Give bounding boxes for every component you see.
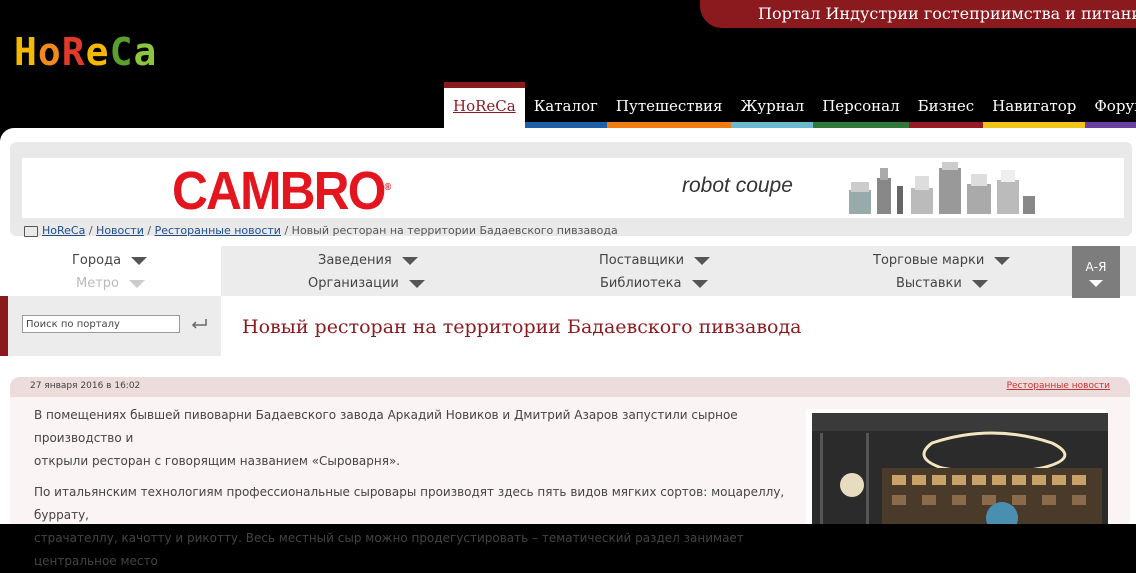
chevron-down-icon: [971, 279, 988, 288]
nav-item-label: Журнал: [740, 97, 805, 115]
logo-letter: o: [37, 30, 62, 74]
article-date: 27 января 2016 в 16:02: [30, 381, 141, 391]
restaurant-interior-image: [812, 413, 1108, 524]
nav-item-1[interactable]: Каталог: [524, 84, 607, 130]
nav-item-label: HoReCa: [453, 97, 516, 115]
article-photo[interactable]: [806, 409, 1108, 524]
nav-item-label: Каталог: [533, 97, 598, 115]
filter-venues[interactable]: Заведения: [318, 253, 418, 268]
search-panel: [0, 296, 221, 356]
article-paragraph-2: По итальянским технологиям профессиональ…: [34, 485, 785, 568]
chevron-down-icon: [129, 279, 145, 288]
filter-library[interactable]: Библиотека: [600, 276, 708, 291]
chevron-down-icon: [131, 256, 148, 265]
logo-letter: H: [14, 30, 38, 74]
breadcrumb-link-restaurant-news[interactable]: Ресторанные новости: [155, 224, 281, 237]
accent-bar: [0, 296, 8, 356]
article-body: В помещениях бывшей пивоварни Бадаевског…: [10, 397, 1130, 568]
kitchen-machines-image: [849, 162, 1035, 214]
article-category-link[interactable]: Ресторанные новости: [1007, 381, 1110, 391]
breadcrumb: HoReCa / Новости / Ресторанные новости /…: [24, 224, 618, 237]
portal-tagline: Портал Индустрии гостеприимства и питани…: [700, 0, 1136, 28]
filter-metro: Метро: [76, 276, 145, 291]
advert-banner[interactable]: CAMBRO® robot coupe: [22, 158, 1124, 221]
filter-bar: Города Метро Заведения Организации Поста…: [0, 246, 1136, 298]
chevron-down-icon: [1089, 280, 1103, 287]
nav-item-label: Путешествия: [615, 97, 723, 115]
filter-brands[interactable]: Торговые марки: [873, 253, 1011, 268]
cambro-logo[interactable]: CAMBRO®: [172, 158, 391, 221]
chevron-down-icon: [694, 256, 711, 265]
az-index-button[interactable]: А-Я: [1072, 246, 1120, 298]
article-paragraph-1: В помещениях бывшей пивоварни Бадаевског…: [34, 408, 738, 468]
content-area: CAMBRO® robot coupe HoReCa / Новости / Р…: [0, 128, 1136, 568]
filter-suppliers[interactable]: Поставщики: [599, 253, 711, 268]
logo-letter: a: [133, 30, 158, 74]
nav-item-3[interactable]: Журнал: [731, 84, 814, 130]
tagline-text: Портал Индустрии гостеприимства и питани…: [758, 4, 1136, 23]
filter-cities[interactable]: Города: [72, 253, 148, 268]
nav-item-4[interactable]: Персонал: [813, 84, 909, 130]
site-header: Портал Индустрии гостеприимства и питани…: [0, 0, 1136, 130]
logo-letter: e: [85, 30, 110, 74]
nav-item-label: Персонал: [822, 97, 900, 115]
folder-icon: [24, 225, 38, 237]
search-input[interactable]: [22, 315, 180, 333]
nav-item-6[interactable]: Навигатор: [983, 84, 1086, 130]
nav-item-2[interactable]: Путешествия: [606, 84, 732, 130]
article-meta-bar: 27 января 2016 в 16:02 Ресторанные новос…: [10, 377, 1130, 397]
breadcrumb-link-home[interactable]: HoReCa: [42, 224, 85, 237]
article-title: Новый ресторан на территории Бадаевского…: [242, 316, 802, 338]
filter-exhibitions[interactable]: Выставки: [896, 276, 988, 291]
nav-item-label: Форум: [1094, 97, 1136, 115]
chevron-down-icon: [691, 279, 708, 288]
main-nav: HoReCa Каталог Путешествия Журнал Персонал Би…: [444, 82, 1136, 130]
nav-item-5[interactable]: Бизнес: [908, 84, 984, 130]
chevron-down-icon: [401, 256, 418, 265]
nav-item-label: Бизнес: [917, 97, 975, 115]
breadcrumb-current: Новый ресторан на территории Бадаевского…: [291, 224, 618, 237]
nav-item-0[interactable]: HoReCa: [444, 82, 525, 130]
nav-item-label: Навигатор: [992, 97, 1077, 115]
filter-organizations[interactable]: Организации: [308, 276, 425, 291]
nav-item-7[interactable]: Форум: [1085, 84, 1136, 130]
chevron-down-icon: [994, 256, 1011, 265]
breadcrumb-link-news[interactable]: Новости: [96, 224, 144, 237]
robot-coupe-logo[interactable]: robot coupe: [682, 174, 793, 198]
chevron-down-icon: [408, 279, 425, 288]
logo-letter: R: [61, 30, 86, 74]
logo-letter: C: [109, 30, 134, 74]
enter-icon[interactable]: [190, 318, 208, 330]
horeca-logo[interactable]: HoReCa: [14, 30, 157, 74]
